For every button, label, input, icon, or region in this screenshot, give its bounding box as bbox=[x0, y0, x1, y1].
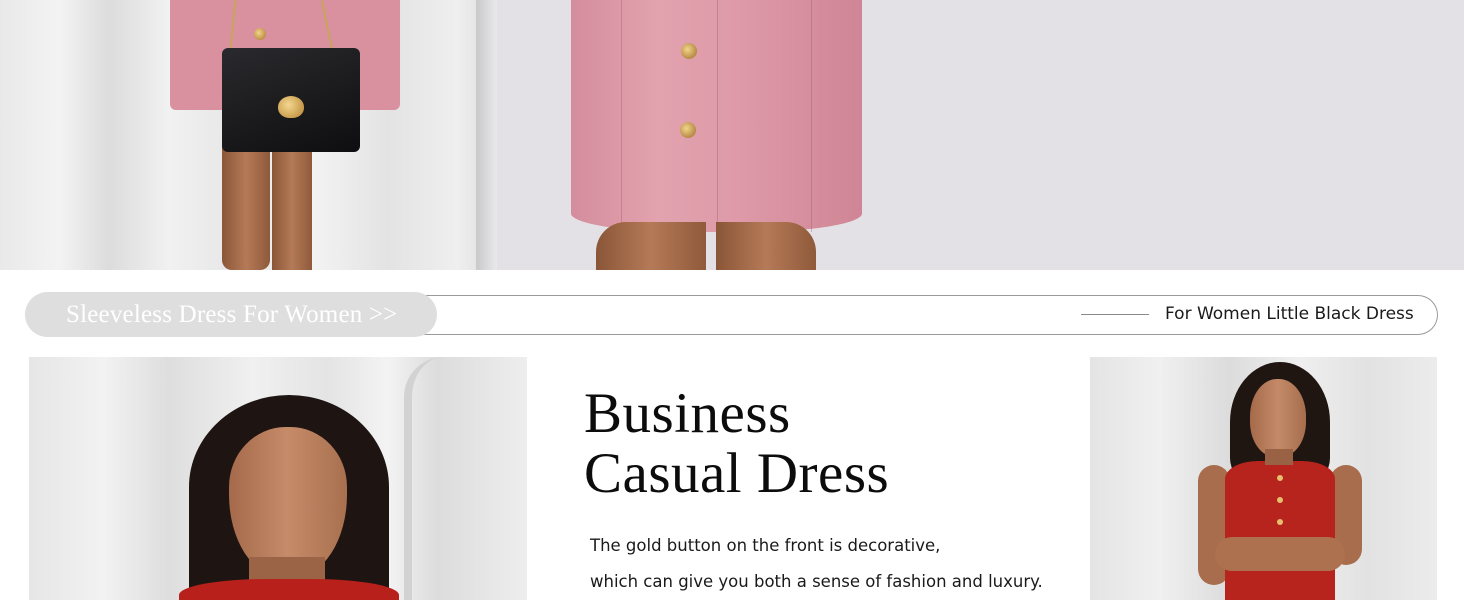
model-leg bbox=[596, 222, 706, 270]
sleeveless-dress-link-label: Sleeveless Dress For Women >> bbox=[66, 301, 398, 328]
black-handbag bbox=[222, 48, 360, 152]
gold-button-icon bbox=[1277, 497, 1283, 503]
model-face bbox=[229, 427, 347, 577]
red-sleeveless-dress bbox=[1225, 461, 1335, 600]
sleeveless-dress-link[interactable]: Sleeveless Dress For Women >> bbox=[25, 292, 437, 337]
description-line-2: which can give you both a sense of fashi… bbox=[590, 572, 1043, 591]
feature-description: The gold button on the front is decorati… bbox=[590, 528, 1043, 600]
model-face bbox=[1250, 379, 1306, 457]
red-dress-top bbox=[179, 579, 399, 600]
skirt-seam bbox=[621, 0, 622, 232]
folded-arms bbox=[1215, 537, 1345, 571]
mirror-arch bbox=[404, 357, 464, 600]
little-black-dress-link[interactable]: For Women Little Black Dress bbox=[1165, 304, 1414, 324]
headline-line-1: Business bbox=[584, 382, 791, 445]
gold-button-icon bbox=[681, 43, 697, 59]
bag-clasp-icon bbox=[278, 96, 304, 118]
description-line-1: The gold button on the front is decorati… bbox=[590, 536, 941, 555]
gold-button-icon bbox=[1277, 475, 1283, 481]
skirt-seam bbox=[811, 0, 812, 232]
model-neck bbox=[1265, 449, 1293, 465]
gold-button-icon bbox=[1277, 519, 1283, 525]
wall-edge bbox=[476, 0, 497, 270]
model-portrait-photo bbox=[29, 357, 527, 600]
gold-button-icon bbox=[254, 28, 266, 40]
pink-skirt bbox=[571, 0, 862, 232]
feature-headline: Business Casual Dress bbox=[584, 384, 889, 504]
gold-button-icon bbox=[680, 122, 696, 138]
model-leg bbox=[716, 222, 816, 270]
hero-photo-band bbox=[0, 0, 1464, 270]
skirt-seam bbox=[717, 0, 718, 232]
headline-line-2: Casual Dress bbox=[584, 442, 890, 505]
model-full-photo bbox=[1090, 357, 1437, 600]
nav-divider-line bbox=[1081, 314, 1149, 315]
